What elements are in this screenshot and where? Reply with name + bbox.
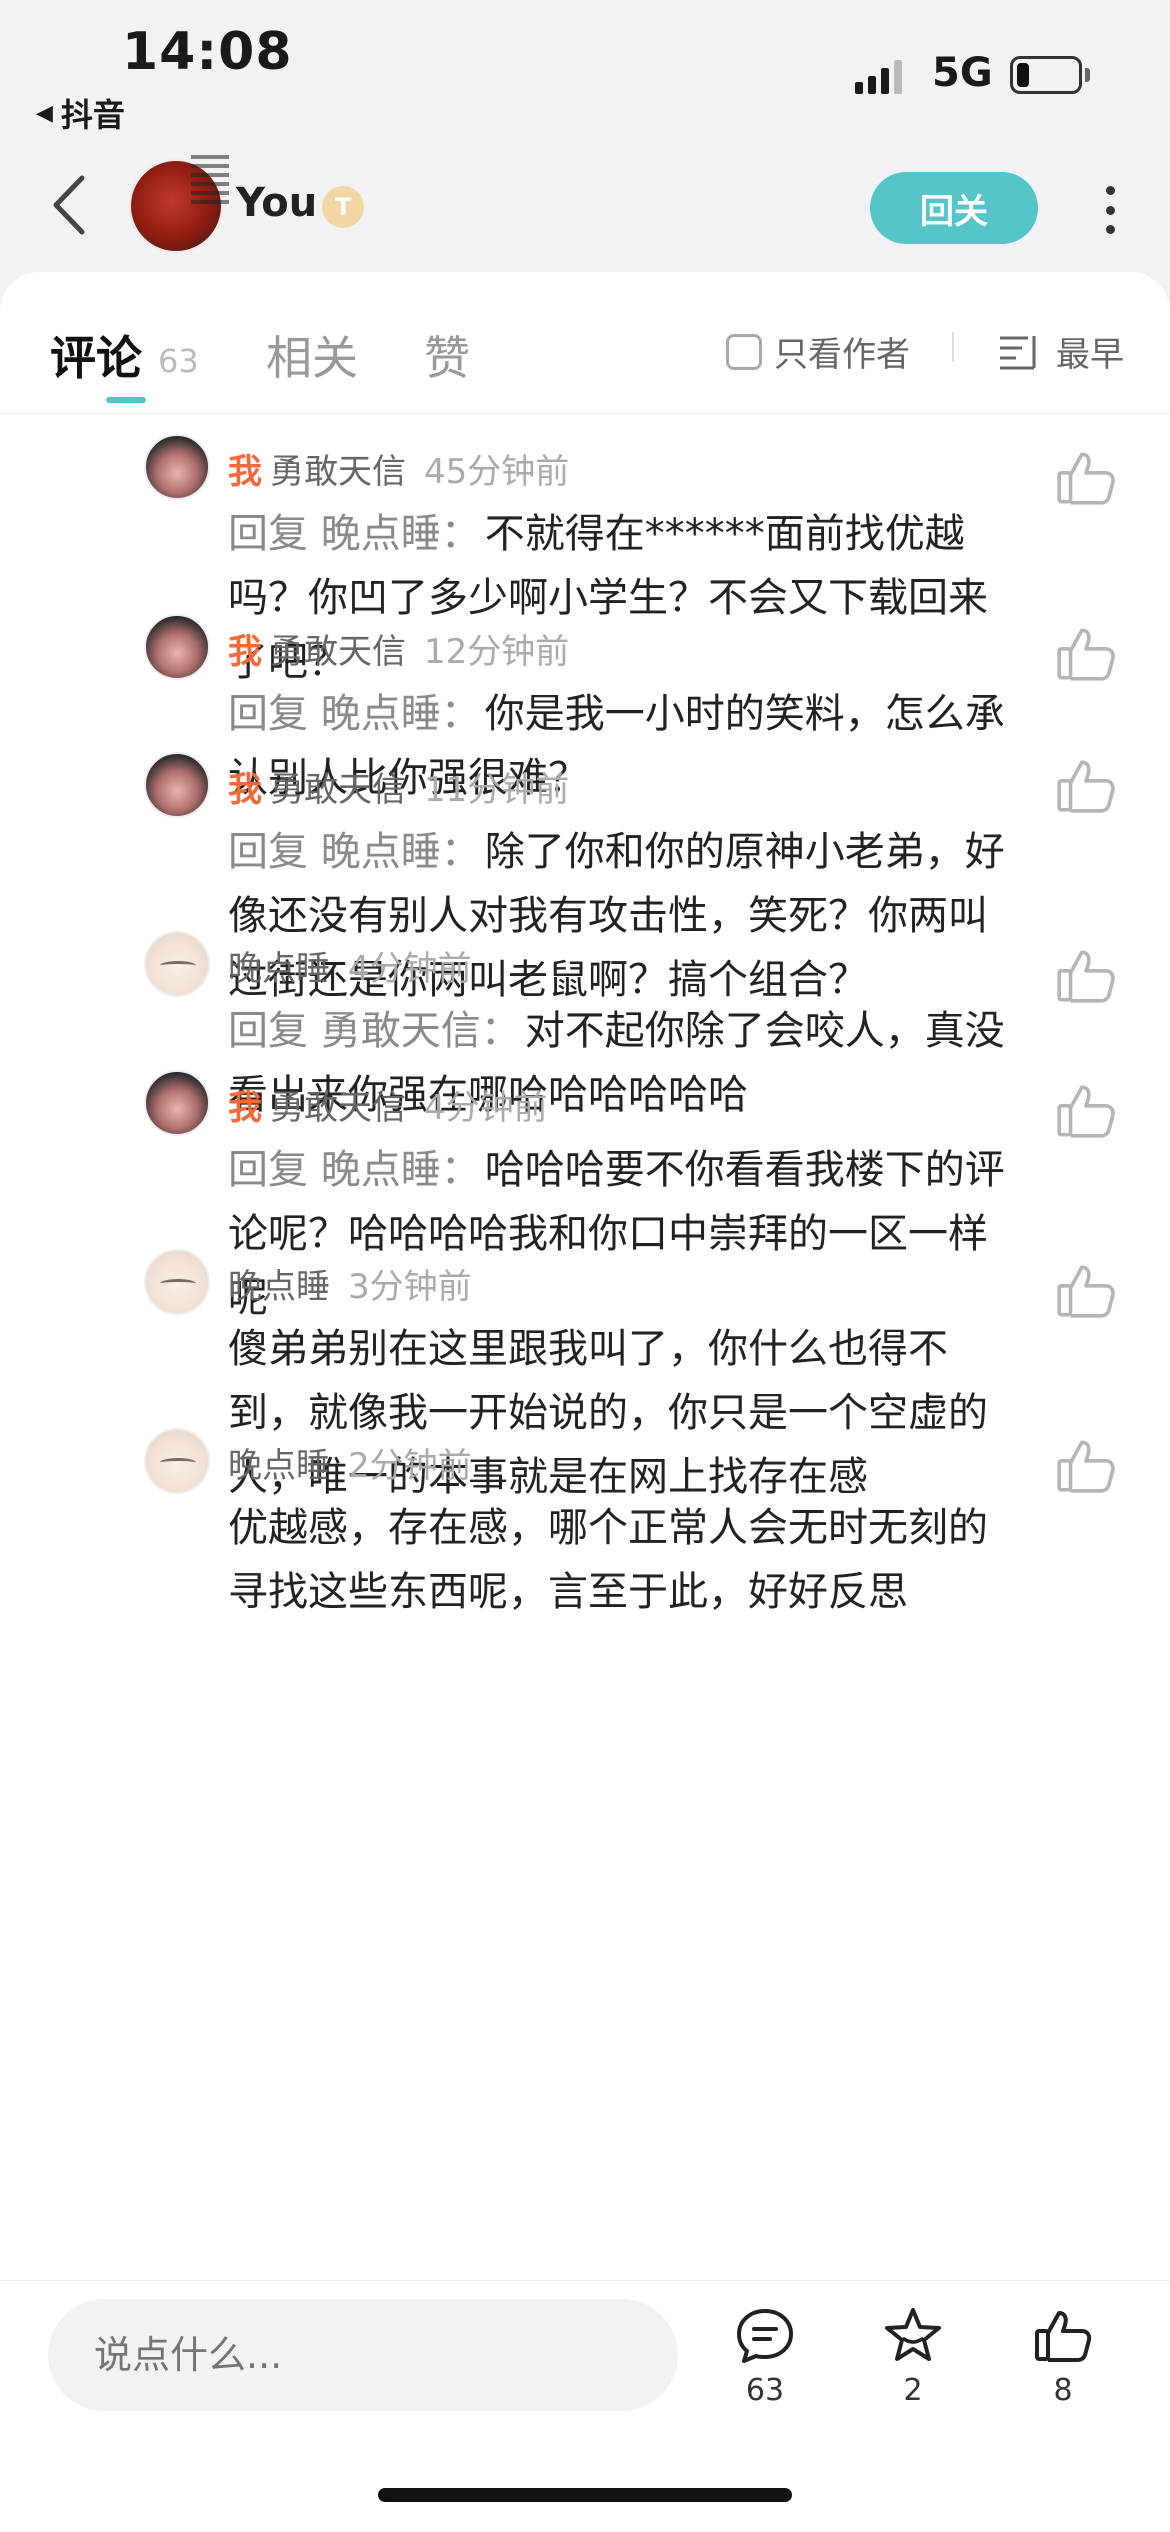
comment-meta: 晚点睡 3分钟前: [228, 1259, 472, 1308]
tab-divider: [952, 332, 954, 362]
comment-avatar[interactable]: [144, 752, 210, 818]
comment-time: 3分钟前: [348, 1267, 472, 1307]
comment-sheet: 评论 63 相关 赞 只看作者 最早 我勇敢天信 45分钟前 回复 晚点睡： 不就得在…: [0, 272, 1170, 2532]
battery-cap: [1085, 68, 1090, 82]
status-bar: 14:08 ◀ 抖音 5G: [0, 0, 1170, 140]
profile-username[interactable]: You: [236, 180, 317, 226]
comment-avatar[interactable]: [144, 1070, 210, 1136]
network-label: 5G: [932, 50, 993, 96]
back-app-label: 抖音: [60, 96, 125, 134]
home-indicator: [378, 2488, 792, 2502]
favorite-action-button[interactable]: 2: [868, 2305, 958, 2408]
reply-target[interactable]: 勇敢天信：: [321, 1008, 521, 1054]
comment-time: 12分钟前: [424, 632, 570, 672]
back-to-app-link[interactable]: ◀ 抖音: [36, 90, 125, 136]
comment-meta: 我勇敢天信 12分钟前: [228, 624, 569, 673]
comment-time: 11分钟前: [424, 770, 570, 810]
comment-like-icon[interactable]: [1054, 754, 1118, 818]
author-only-toggle[interactable]: 只看作者: [726, 327, 910, 376]
sort-icon: [1000, 335, 1036, 369]
reply-prefix: 回复: [228, 829, 308, 875]
comment-meta: 我勇敢天信 11分钟前: [228, 762, 569, 811]
comment-like-icon[interactable]: [1054, 622, 1118, 686]
me-tag: 我: [228, 770, 262, 810]
tab-comments-count: 63: [158, 342, 199, 380]
comment-like-icon[interactable]: [1054, 446, 1118, 510]
comment-author[interactable]: 晚点睡: [228, 1267, 330, 1307]
comment-avatar[interactable]: [144, 434, 210, 500]
me-tag: 我: [228, 452, 262, 492]
comment-avatar[interactable]: [144, 1249, 210, 1315]
comment-time: 45分钟前: [424, 452, 570, 492]
sort-label: 最早: [1056, 335, 1124, 375]
status-time: 14:08: [122, 22, 293, 82]
chat-header: You T 回关: [0, 150, 1170, 270]
comment-author[interactable]: 勇敢天信: [270, 632, 406, 672]
comment-like-icon[interactable]: [1054, 944, 1118, 1008]
comment-tabs: 评论 63 相关 赞 只看作者 最早: [0, 272, 1170, 414]
comment-avatar[interactable]: [144, 614, 210, 680]
comment-author[interactable]: 勇敢天信: [270, 770, 406, 810]
author-only-checkbox[interactable]: [726, 333, 762, 370]
like-action-button[interactable]: 8: [1018, 2305, 1108, 2408]
comment-like-icon[interactable]: [1054, 1079, 1118, 1143]
reply-prefix: 回复: [228, 1147, 308, 1193]
comment-avatar[interactable]: [144, 1428, 210, 1494]
avatar[interactable]: [128, 155, 229, 254]
comment-like-icon[interactable]: [1054, 1259, 1118, 1323]
comment-avatar[interactable]: [144, 931, 210, 997]
comment-list: 我勇敢天信 45分钟前 回复 晚点睡： 不就得在******面前找优越吗？你凹了多少啊…: [0, 414, 1170, 2360]
reply-target[interactable]: 晚点睡：: [321, 829, 481, 875]
comment-input[interactable]: [48, 2299, 678, 2411]
level-badge: T: [322, 186, 364, 228]
reply-prefix: 回复: [228, 511, 308, 557]
comment-body: 优越感，存在感，哪个正常人会无时无刻的寻找这些东西呢，言至于此，好好反思: [228, 1505, 988, 1615]
reply-target[interactable]: 晚点睡：: [321, 1147, 481, 1193]
reply-target[interactable]: 晚点睡：: [321, 511, 481, 557]
comment-author[interactable]: 勇敢天信: [270, 1088, 406, 1128]
me-tag: 我: [228, 632, 262, 672]
comment-meta: 晚点睡 2分钟前: [228, 1438, 472, 1487]
tab-likes[interactable]: 赞: [424, 322, 470, 388]
signal-icon: [855, 60, 902, 94]
more-options-icon[interactable]: [1090, 180, 1130, 240]
active-tab-indicator: [106, 397, 146, 403]
comment-count: 63: [745, 2373, 785, 2408]
comment-like-icon[interactable]: [1054, 1434, 1118, 1498]
comment-action-button[interactable]: 63: [720, 2305, 810, 2408]
comment-bubble-icon: [737, 2309, 793, 2363]
comment-meta: 晚点睡 4分钟前: [228, 941, 472, 990]
reply-target[interactable]: 晚点睡：: [321, 691, 481, 737]
comment-time: 4分钟前: [424, 1088, 548, 1128]
comment-author[interactable]: 勇敢天信: [270, 452, 406, 492]
me-tag: 我: [228, 1088, 262, 1128]
comment-author[interactable]: 晚点睡: [228, 1446, 330, 1486]
back-triangle-icon: ◀: [36, 100, 53, 126]
like-count: 8: [1053, 2373, 1073, 2408]
comment-meta: 我勇敢天信 4分钟前: [228, 1080, 548, 1129]
battery-icon: [1010, 56, 1082, 94]
follow-back-button[interactable]: 回关: [870, 172, 1038, 244]
comment-time: 4分钟前: [348, 949, 472, 989]
favorite-count: 2: [903, 2373, 923, 2408]
tab-related[interactable]: 相关: [266, 322, 358, 388]
tab-comments[interactable]: 评论: [50, 322, 142, 388]
comment-meta: 我勇敢天信 45分钟前: [228, 444, 569, 493]
star-icon: [885, 2308, 941, 2361]
comment-text[interactable]: 优越感，存在感，哪个正常人会无时无刻的寻找这些东西呢，言至于此，好好反思: [228, 1496, 1018, 1624]
comment-time: 2分钟前: [348, 1446, 472, 1486]
reply-prefix: 回复: [228, 1008, 308, 1054]
comment-author[interactable]: 晚点睡: [228, 949, 330, 989]
author-only-label: 只看作者: [774, 335, 910, 375]
thumbs-up-icon: [1035, 2311, 1092, 2362]
sort-toggle[interactable]: 最早: [998, 327, 1124, 376]
back-chevron-icon[interactable]: [44, 170, 96, 240]
reply-prefix: 回复: [228, 691, 308, 737]
